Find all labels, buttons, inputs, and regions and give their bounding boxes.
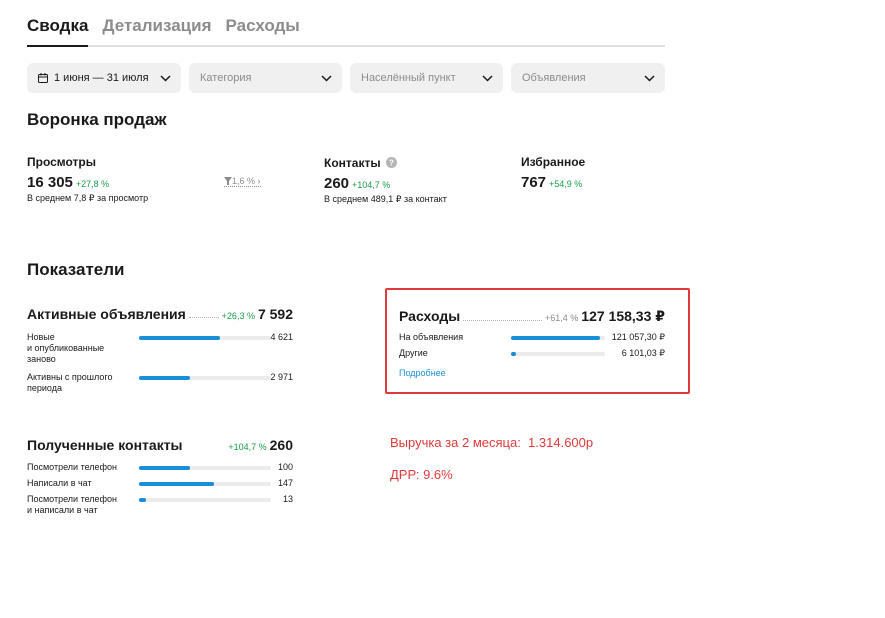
expenses-title: Расходы bbox=[399, 308, 461, 324]
expenses-header: Расходы +61,4 % 127 158,33 ₽ bbox=[399, 308, 665, 325]
dotted-leader bbox=[188, 317, 219, 318]
chevron-down-icon bbox=[644, 74, 655, 82]
locality-filter[interactable]: Населённый пункт bbox=[350, 63, 503, 93]
favorites-value-line: 767 +54,9 % bbox=[521, 174, 582, 191]
expenses-row-value: 6 101,03 ₽ bbox=[621, 348, 665, 358]
views-value-line: 16 305 +27,8 % bbox=[27, 174, 109, 191]
contacts-row-label: Написали в чат bbox=[27, 478, 92, 488]
conversion-link[interactable]: 1,6 % › bbox=[224, 176, 261, 187]
expenses-row-label: На объявления bbox=[399, 332, 464, 342]
contacts-block-title: Полученные контакты bbox=[27, 437, 183, 453]
contacts-row-label: Посмотрели телефон и написали в чат bbox=[27, 494, 117, 515]
favorites-value: 767 bbox=[521, 174, 547, 191]
active-ads-delta: +26,3 % bbox=[221, 311, 255, 321]
contacts-label-line: Контакты ? bbox=[324, 156, 397, 170]
expenses-bar bbox=[511, 336, 601, 340]
chevron-down-icon bbox=[321, 74, 332, 82]
contacts-header: Полученные контакты +104,7 % 260 bbox=[27, 437, 293, 453]
expenses-row-label: Другие bbox=[399, 348, 428, 358]
expenses-row-value: 121 057,30 ₽ bbox=[611, 332, 665, 342]
locality-placeholder: Населённый пункт bbox=[361, 72, 456, 84]
active-ads-bar bbox=[139, 336, 220, 340]
contacts-row-label: Посмотрели телефон bbox=[27, 462, 117, 472]
contacts-bar bbox=[139, 498, 146, 502]
contacts-row-value: 100 bbox=[277, 462, 293, 472]
revenue-note: Выручка за 2 месяца: 1.314.600р bbox=[390, 435, 594, 450]
active-ads-row-label: Новые и опубликованные заново bbox=[27, 332, 105, 364]
contacts-block-total: 260 bbox=[269, 437, 293, 453]
contacts-value: 260 bbox=[324, 175, 350, 192]
tab-details[interactable]: Детализация bbox=[102, 14, 211, 47]
funnel-title: Воронка продаж bbox=[27, 110, 167, 129]
views-delta: +27,8 % bbox=[75, 179, 110, 189]
contacts-value-line: 260 +104,7 % bbox=[324, 175, 390, 192]
expenses-bar-track bbox=[511, 336, 605, 340]
date-range-value: 1 июня — 31 июля bbox=[54, 72, 149, 84]
active-ads-row-value: 4 621 bbox=[270, 332, 293, 342]
expenses-details-link[interactable]: Подробнее bbox=[399, 368, 446, 378]
active-ads-total: 7 592 bbox=[257, 306, 293, 322]
expenses-total: 127 158,33 ₽ bbox=[581, 308, 665, 324]
help-icon[interactable]: ? bbox=[385, 157, 397, 168]
contacts-bar bbox=[139, 466, 190, 470]
contacts-delta: +104,7 % bbox=[352, 180, 391, 190]
contacts-block-delta: +104,7 % bbox=[228, 442, 267, 452]
expenses-bar-track bbox=[511, 352, 605, 356]
date-range-filter[interactable]: 1 июня — 31 июля bbox=[27, 63, 181, 93]
active-ads-row-label: Активны с прошлого периода bbox=[27, 372, 113, 393]
category-placeholder: Категория bbox=[200, 72, 252, 84]
contacts-row-value: 147 bbox=[277, 478, 293, 488]
views-label: Просмотры bbox=[27, 155, 97, 169]
drr-note: ДРР: 9.6% bbox=[390, 467, 453, 482]
favorites-label: Избранное bbox=[521, 155, 586, 169]
chevron-down-icon bbox=[160, 74, 171, 82]
funnel-icon bbox=[224, 177, 232, 185]
ads-placeholder: Объявления bbox=[522, 72, 586, 84]
contacts-bar bbox=[139, 482, 214, 486]
views-value: 16 305 bbox=[27, 174, 73, 191]
active-ads-title: Активные объявления bbox=[27, 306, 186, 322]
chevron-down-icon bbox=[482, 74, 493, 82]
tab-bar: Сводка Детализация Расходы bbox=[27, 14, 665, 47]
category-filter[interactable]: Категория bbox=[189, 63, 342, 93]
active-ads-header: Активные объявления +26,3 % 7 592 bbox=[27, 306, 293, 322]
calendar-icon bbox=[38, 73, 48, 83]
contacts-sub: В среднем 489,1 ₽ за контакт bbox=[324, 194, 447, 204]
expenses-bar bbox=[511, 352, 516, 356]
active-ads-bar bbox=[139, 376, 191, 380]
favorites-delta: +54,9 % bbox=[549, 179, 583, 189]
conversion-value: 1,6 % bbox=[232, 176, 256, 186]
expenses-delta: +61,4 % bbox=[545, 313, 579, 323]
views-sub: В среднем 7,8 ₽ за просмотр bbox=[27, 193, 149, 203]
dotted-leader bbox=[463, 320, 543, 321]
tab-summary[interactable]: Сводка bbox=[27, 14, 89, 47]
indicators-title: Показатели bbox=[27, 260, 125, 279]
active-ads-row-value: 2 971 bbox=[270, 372, 293, 382]
contacts-label: Контакты bbox=[324, 156, 381, 170]
svg-text:?: ? bbox=[389, 159, 394, 168]
ads-filter[interactable]: Объявления bbox=[511, 63, 665, 93]
chevron-right-icon: › bbox=[257, 176, 261, 186]
contacts-row-value: 13 bbox=[282, 494, 293, 504]
tab-expenses[interactable]: Расходы bbox=[226, 14, 300, 47]
